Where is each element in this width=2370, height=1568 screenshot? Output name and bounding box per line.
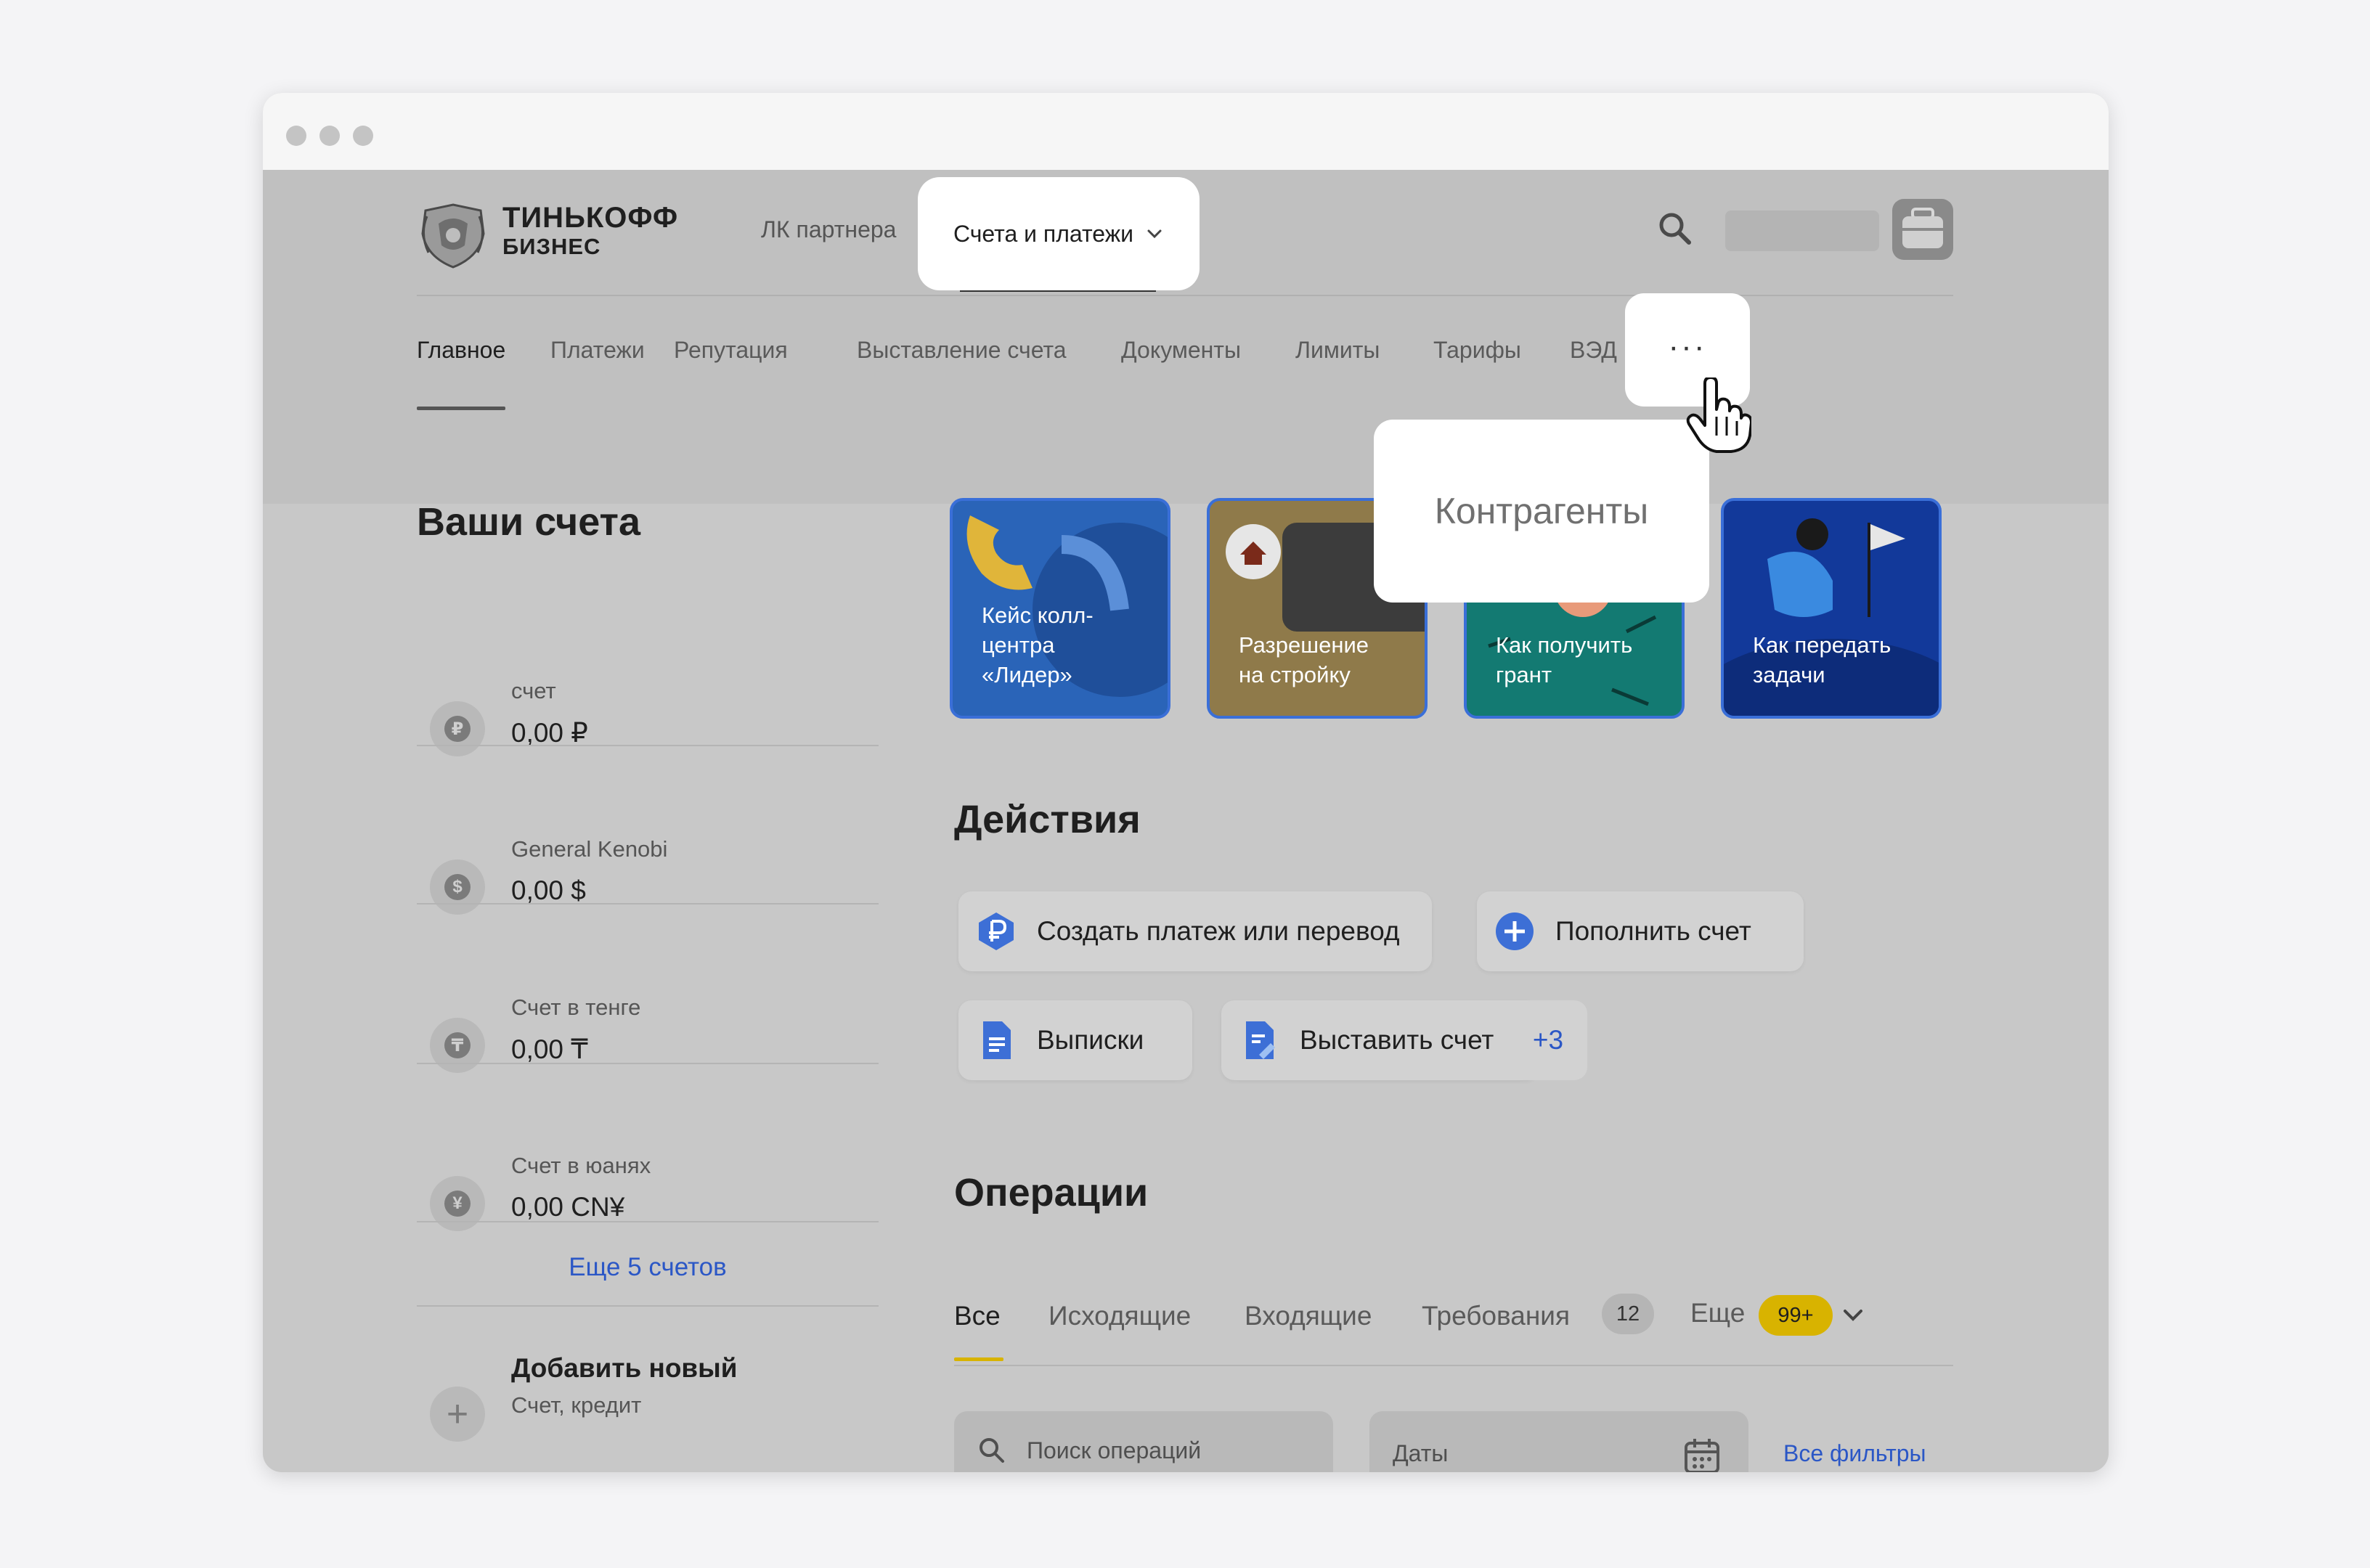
ops-tab-requests[interactable]: Требования (1422, 1301, 1570, 1331)
profile-name-blurred[interactable] (1725, 211, 1879, 251)
tab-documents[interactable]: Документы (1121, 337, 1241, 364)
add-account-subtitle: Счет, кредит (511, 1392, 642, 1418)
account-balance: 0,00 ₽ (511, 718, 588, 748)
actions-section-title: Действия (954, 798, 1141, 841)
more-actions-button[interactable]: +3 (1509, 1000, 1587, 1080)
invoice-icon (1246, 1021, 1275, 1059)
calendar-icon[interactable] (1683, 1437, 1721, 1472)
operations-section-title: Операции (954, 1171, 1149, 1214)
account-divider (417, 1063, 879, 1064)
ruble-icon: ₽ (430, 701, 485, 756)
logo-text-primary: ТИНЬКОФФ (502, 202, 679, 234)
accounts-payments-dropdown[interactable]: Счета и платежи (918, 177, 1200, 290)
tab-invoicing[interactable]: Выставление счета (857, 337, 1067, 364)
ops-tab-all[interactable]: Все (954, 1301, 1001, 1331)
issue-invoice-label: Выставить счет (1300, 1025, 1494, 1055)
chevron-down-icon (1147, 229, 1162, 239)
account-balance: 0,00 ₸ (511, 1034, 588, 1064)
ruble-badge-icon (979, 912, 1014, 950)
tab-reputation[interactable]: Репутация (674, 337, 788, 364)
hand-pointer-icon (1686, 377, 1751, 453)
browser-window: ТИНЬКОФФ БИЗНЕС ЛК партнера Счета и плат… (263, 93, 2109, 1472)
account-divider (417, 1221, 879, 1222)
popup-item-counterparties[interactable]: Контрагенты (1435, 490, 1648, 532)
tab-limits[interactable]: Лимиты (1295, 337, 1380, 364)
requests-count-badge: 12 (1602, 1294, 1654, 1334)
statements-label: Выписки (1037, 1025, 1144, 1055)
plus-icon[interactable]: + (430, 1387, 485, 1442)
active-tab-underline (417, 407, 505, 410)
account-name[interactable]: Счет в юанях (511, 1153, 651, 1179)
ops-tab-incoming[interactable]: Входящие (1245, 1301, 1372, 1331)
more-accounts-link[interactable]: Еще 5 счетов (417, 1253, 879, 1282)
create-payment-label: Создать платеж или перевод (1037, 916, 1400, 946)
add-account-button[interactable]: Добавить новый (511, 1353, 738, 1384)
story-label: Как передать задачи (1753, 632, 1891, 687)
account-divider (417, 903, 879, 905)
window-dot-maximize[interactable] (353, 126, 373, 146)
account-name[interactable]: счет (511, 678, 556, 704)
tab-main[interactable]: Главное (417, 337, 505, 364)
dollar-glyph: $ (444, 874, 471, 900)
statements-button[interactable]: Выписки (958, 1000, 1192, 1080)
tenge-icon: ₸ (430, 1018, 485, 1073)
top-up-label: Пополнить счет (1555, 916, 1751, 946)
ops-tabs-divider (954, 1365, 1953, 1366)
ops-tab-outgoing[interactable]: Исходящие (1048, 1301, 1191, 1331)
create-payment-button[interactable]: Создать платеж или перевод (958, 891, 1432, 971)
dates-placeholder: Даты (1393, 1440, 1449, 1466)
plus-circle-icon (1496, 912, 1534, 950)
account-name[interactable]: Счет в тенге (511, 995, 640, 1021)
tab-tariffs[interactable]: Тарифы (1433, 337, 1521, 364)
story-label: Как получить грант (1496, 632, 1633, 687)
account-balance: 0,00 CN¥ (511, 1192, 625, 1222)
partner-cabinet-link[interactable]: ЛК партнера (761, 216, 896, 243)
account-divider (417, 1305, 879, 1307)
window-dot-minimize[interactable] (319, 126, 340, 146)
search-placeholder: Поиск операций (1027, 1437, 1202, 1463)
tab-foreign-trade[interactable]: ВЭД (1570, 337, 1617, 364)
search-icon[interactable] (1657, 211, 1693, 247)
dollar-icon: $ (430, 859, 485, 915)
ops-active-tab-underline (954, 1357, 1003, 1361)
story-label: Разрешение на стройку (1239, 632, 1369, 687)
account-divider (417, 745, 879, 746)
accounts-dropdown-label: Счета и платежи (953, 220, 1133, 247)
document-icon (983, 1021, 1011, 1059)
tinkoff-emblem-icon[interactable] (417, 202, 489, 269)
briefcase-icon (1902, 208, 1943, 248)
dates-input[interactable]: Даты (1369, 1411, 1748, 1472)
browser-titlebar (263, 93, 2109, 170)
logo-text-secondary: БИЗНЕС (502, 234, 601, 259)
account-balance: 0,00 $ (511, 875, 586, 905)
issue-invoice-button[interactable]: Выставить счет (1221, 1000, 1538, 1080)
search-icon (980, 1438, 1004, 1463)
chevron-down-icon[interactable] (1840, 1302, 1866, 1328)
more-tabs-popup: Контрагенты (1374, 420, 1709, 603)
story-card-delegate-tasks[interactable]: Как передать задачи (1721, 498, 1942, 719)
yuan-icon: ¥ (430, 1176, 485, 1231)
accounts-section-title: Ваши счета (417, 500, 641, 544)
tab-payments[interactable]: Платежи (550, 337, 645, 364)
company-avatar[interactable] (1892, 199, 1953, 260)
story-card-call-center[interactable]: Кейс колл- центра «Лидер» (950, 498, 1170, 719)
account-name[interactable]: General Kenobi (511, 836, 667, 862)
all-filters-link[interactable]: Все фильтры (1783, 1440, 1926, 1467)
top-up-button[interactable]: Пополнить счет (1477, 891, 1804, 971)
more-count-badge: 99+ (1759, 1295, 1833, 1336)
ops-tab-more[interactable]: Еще (1690, 1298, 1745, 1328)
ruble-glyph: ₽ (444, 716, 471, 742)
tenge-glyph: ₸ (444, 1032, 471, 1058)
operations-search-input[interactable]: Поиск операций (954, 1411, 1333, 1472)
yuan-glyph: ¥ (444, 1191, 471, 1217)
story-label: Кейс колл- центра «Лидер» (982, 603, 1094, 687)
window-dot-close[interactable] (286, 126, 306, 146)
